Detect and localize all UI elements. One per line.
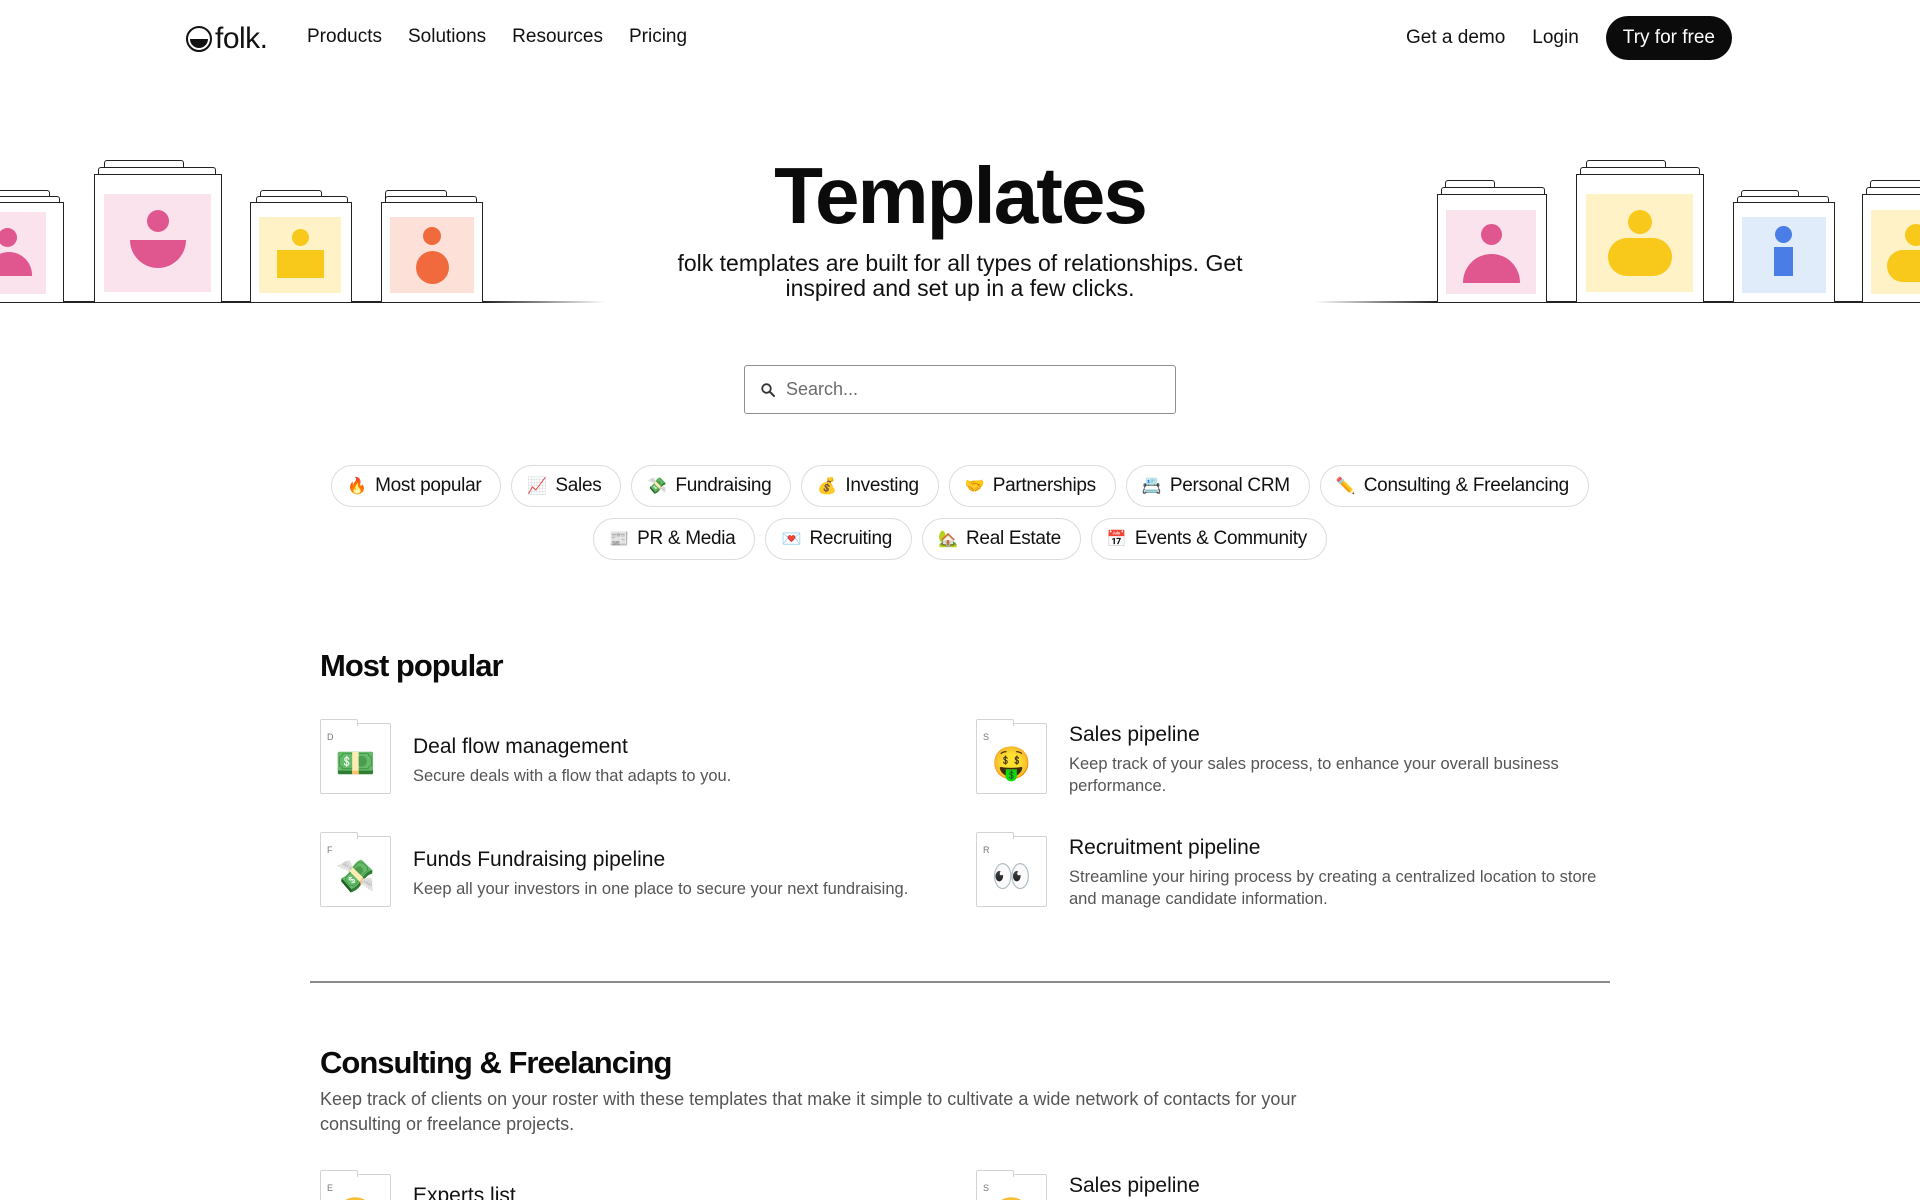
folk-logo-icon [186, 26, 212, 52]
dollar-banknote-icon: 💵 [335, 745, 376, 781]
section-divider [310, 981, 1610, 983]
filter-personal-crm[interactable]: 📇 Personal CRM [1125, 465, 1310, 507]
template-title: Funds Fundraising pipeline [413, 848, 666, 871]
nav-solutions[interactable]: Solutions [408, 26, 486, 48]
template-description: Keep all your investors in one place to … [413, 880, 909, 898]
template-thumbnail: R 👀 [976, 832, 1047, 907]
filter-fundraising[interactable]: 💸 Fundraising [631, 465, 792, 507]
filter-label: PR & Media [637, 528, 736, 549]
template-thumbnail: F 💸 [320, 832, 391, 907]
template-title: Recruitment pipeline [1069, 836, 1261, 859]
nav-links: Products Solutions Resources Pricing [307, 26, 687, 48]
filter-label: Investing [845, 475, 919, 496]
top-nav: folk. Products Solutions Resources Prici… [0, 0, 1920, 76]
logo-text: folk. [215, 22, 268, 55]
template-thumbnail: D 💵 [320, 719, 391, 794]
try-for-free-button[interactable]: Try for free [1605, 16, 1732, 60]
filter-most-popular[interactable]: 🔥 Most popular [331, 465, 502, 507]
calendar-icon: 📅 [1106, 531, 1127, 548]
template-description: Secure deals with a flow that adapts to … [413, 767, 732, 785]
template-title: Deal flow management [413, 735, 628, 758]
template-thumbnail: S 🤑 [976, 719, 1047, 794]
handshake-icon: 🤝 [964, 478, 985, 495]
category-filters-row-2: 📰 PR & Media 💌 Recruiting 🏡 Real Estate … [0, 518, 1920, 560]
fire-icon: 🔥 [347, 478, 367, 495]
filter-real-estate[interactable]: 🏡 Real Estate [922, 518, 1081, 560]
category-filters-row-1: 🔥 Most popular 📈 Sales 💸 Fundraising 💰 I… [0, 465, 1920, 507]
page-subtitle: folk templates are built for all types o… [677, 250, 1243, 301]
filter-sales[interactable]: 📈 Sales [511, 465, 622, 507]
filter-consulting-freelancing[interactable]: ✏️ Consulting & Freelancing [1319, 465, 1589, 507]
filter-label: Recruiting [809, 528, 892, 549]
template-thumbnail: E 😊 [320, 1170, 391, 1200]
section-title-consulting: Consulting & Freelancing [320, 1045, 672, 1080]
nav-resources[interactable]: Resources [512, 26, 603, 48]
search-input[interactable] [786, 379, 1146, 400]
template-card-deal-flow[interactable]: D 💵 Deal flow management Secure deals wi… [320, 719, 940, 794]
filter-label: Real Estate [966, 528, 1061, 549]
chart-increasing-icon: 📈 [527, 478, 548, 495]
nav-actions: Get a demo Login Try for free [1406, 16, 1732, 60]
template-card-recruitment-pipeline[interactable]: R 👀 Recruitment pipeline Streamline your… [976, 832, 1616, 910]
filter-investing[interactable]: 💰 Investing [801, 465, 939, 507]
template-description: Streamline your hiring process by creati… [1069, 868, 1597, 908]
love-letter-icon: 💌 [781, 531, 802, 548]
money-mouth-face-icon: 🤑 [991, 745, 1032, 781]
filter-pr-media[interactable]: 📰 PR & Media [593, 518, 756, 560]
money-with-wings-icon: 💸 [335, 858, 376, 894]
page-title: Templates [774, 151, 1148, 240]
template-card-sales-pipeline[interactable]: S 🤑 Sales pipeline Keep track of your sa… [976, 719, 1616, 797]
filter-partnerships[interactable]: 🤝 Partnerships [948, 465, 1116, 507]
filter-events-community[interactable]: 📅 Events & Community [1090, 518, 1327, 560]
filter-label: Sales [555, 475, 602, 496]
login-link[interactable]: Login [1532, 27, 1579, 49]
template-title: Sales pipeline [1069, 1174, 1200, 1197]
template-title: Sales pipeline [1069, 723, 1200, 746]
money-bag-icon: 💰 [817, 478, 838, 495]
template-card-funds-fundraising[interactable]: F 💸 Funds Fundraising pipeline Keep all … [320, 832, 960, 907]
eyes-icon: 👀 [991, 858, 1032, 894]
house-icon: 🏡 [938, 531, 958, 548]
nav-products[interactable]: Products [307, 26, 382, 48]
card-index-icon: 📇 [1141, 478, 1162, 495]
nav-pricing[interactable]: Pricing [629, 26, 687, 48]
filter-label: Partnerships [992, 475, 1096, 496]
filter-label: Consulting & Freelancing [1363, 475, 1569, 496]
get-demo-link[interactable]: Get a demo [1406, 27, 1505, 49]
pencil-icon: ✏️ [1335, 478, 1356, 495]
template-card-sales-pipeline-consulting[interactable]: S 😊 Sales pipeline [976, 1170, 1616, 1200]
page: folk. Products Solutions Resources Prici… [0, 0, 1920, 1200]
template-description: Keep track of your sales process, to enh… [1069, 755, 1559, 795]
newspaper-icon: 📰 [609, 531, 629, 548]
section-title-most-popular: Most popular [320, 648, 504, 683]
smiling-face-icon: 😊 [977, 1196, 1046, 1200]
filter-recruiting[interactable]: 💌 Recruiting [765, 518, 912, 560]
money-with-wings-icon: 💸 [647, 478, 668, 495]
filter-label: Fundraising [675, 475, 772, 496]
template-thumbnail: S 😊 [976, 1170, 1047, 1200]
filter-label: Most popular [375, 475, 482, 496]
filter-label: Events & Community [1134, 528, 1307, 549]
template-card-experts-list[interactable]: E 😊 Experts list [320, 1170, 940, 1200]
folk-logo[interactable]: folk. [186, 22, 268, 56]
template-search-field[interactable] [744, 365, 1176, 414]
smiling-face-icon: 😊 [321, 1196, 390, 1200]
section-description-consulting: Keep track of clients on your roster wit… [320, 1089, 1297, 1134]
template-title: Experts list [413, 1184, 516, 1200]
search-icon [761, 382, 775, 397]
filter-label: Personal CRM [1169, 475, 1290, 496]
